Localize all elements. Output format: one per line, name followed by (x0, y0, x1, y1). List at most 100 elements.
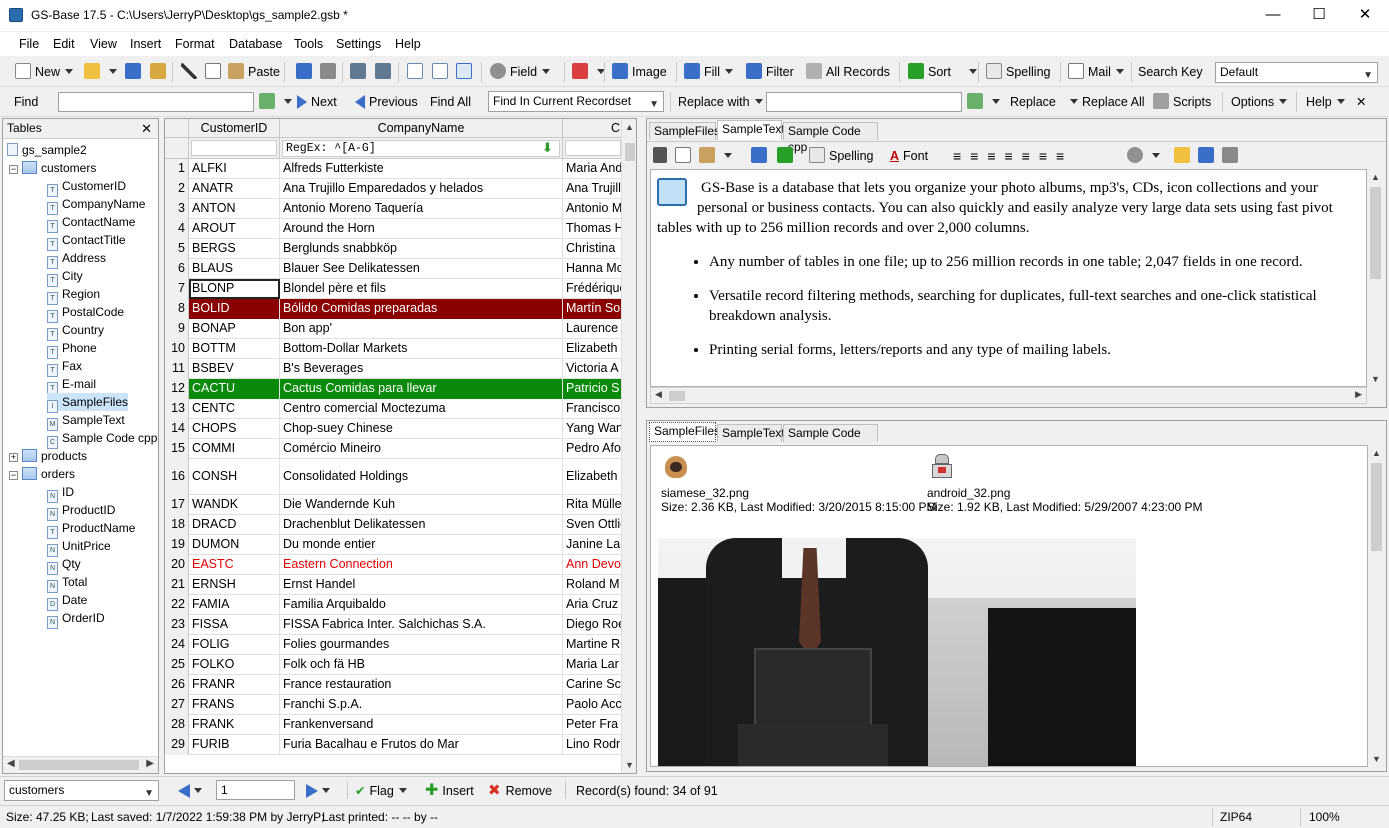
cell-companyname[interactable]: Folies gourmandes (280, 635, 563, 655)
cell-contact[interactable]: Thomas Hardy (563, 219, 623, 239)
tree-field[interactable]: T ContactTitle (47, 231, 126, 251)
table-row[interactable]: 5 BERGS Berglunds snabbköp Christina (165, 239, 623, 259)
files-vscrollbar[interactable]: ▲ ▼ (1368, 445, 1385, 767)
memo-vscrollbar[interactable]: ▲ ▼ (1367, 169, 1384, 387)
table-row[interactable]: 8 BOLID Bólido Comidas preparadas Martín So… (165, 299, 623, 319)
cell-contact[interactable]: Ann Devon (563, 555, 623, 575)
row-number[interactable]: 13 (165, 399, 189, 419)
memo-save-button[interactable] (1198, 146, 1218, 166)
table-row[interactable]: 14CHOPSChop-suey ChineseYang Wang (165, 419, 623, 439)
tree-field[interactable]: T PostalCode (47, 303, 124, 323)
row-number[interactable]: 1 (165, 159, 189, 179)
table-row[interactable]: 28 FRANK Frankenversand Peter Fra (165, 715, 623, 735)
tree-field[interactable]: T ProductName (47, 519, 135, 539)
cell-companyname[interactable]: Drachenblut Delikatessen (280, 515, 563, 535)
table-row[interactable]: 1ALFKIAlfreds FutterkisteMaria Anders (165, 159, 623, 179)
table-row[interactable]: 13 CENTC Centro comercial Moctezuma Francis… (165, 399, 623, 419)
tree-field[interactable]: D Date (47, 591, 87, 611)
tree-field[interactable]: T CompanyName (47, 195, 145, 215)
row-number[interactable]: 6 (165, 259, 189, 279)
collapse-icon[interactable]: − (9, 165, 18, 174)
column-header-companyname[interactable]: CompanyName (280, 119, 563, 138)
cell-companyname[interactable]: Bottom-Dollar Markets (280, 339, 563, 359)
column-header-customerid[interactable]: CustomerID (189, 119, 280, 138)
filter-cell-customerid[interactable] (189, 138, 280, 159)
copy-button[interactable] (205, 62, 225, 82)
menu-file[interactable]: File (19, 37, 39, 51)
cell-contact[interactable]: Francisco (563, 399, 623, 419)
cell-contact[interactable]: Pedro Afonso (563, 439, 623, 459)
find-all-button[interactable]: Find All (430, 92, 471, 112)
prev-record-button[interactable] (178, 781, 202, 801)
row-number[interactable]: 29 (165, 735, 189, 755)
record-number-input[interactable]: 1 (216, 780, 295, 800)
cell-companyname[interactable]: Bon app' (280, 319, 563, 339)
table-row[interactable]: 24 FOLIG Folies gourmandes Martine R (165, 635, 623, 655)
menu-help[interactable]: Help (395, 37, 421, 51)
table-row[interactable]: 16 CONSH Consolidated Holdings Elizabeth (165, 459, 623, 495)
cell-customerid[interactable]: BERGS (189, 239, 280, 259)
scroll-thumb[interactable] (625, 143, 635, 161)
menu-database[interactable]: Database (229, 37, 283, 51)
cell-contact[interactable]: Maria Anders (563, 159, 623, 179)
save-button[interactable] (125, 62, 145, 82)
cell-customerid[interactable]: DUMON (189, 535, 280, 555)
grid-vscrollbar[interactable]: ▲ ▼ (621, 119, 636, 773)
cell-contact[interactable]: Lino Rodr (563, 735, 623, 755)
tree-field[interactable]: N ProductID (47, 501, 115, 521)
cell-companyname[interactable]: Die Wandernde Kuh (280, 495, 563, 515)
cell-customerid[interactable]: CONSH (189, 459, 280, 495)
cell-companyname[interactable]: Eastern Connection (280, 555, 563, 575)
cell-customerid[interactable]: ANTON (189, 199, 280, 219)
tree-table-customers[interactable]: − customers (9, 159, 96, 177)
cell-contact[interactable]: Patricio S (563, 379, 623, 399)
replace-button[interactable]: Replace (1010, 92, 1078, 112)
cell-customerid[interactable]: ANATR (189, 179, 280, 199)
cell-customerid[interactable]: AROUT (189, 219, 280, 239)
cell-customerid[interactable]: ALFKI (189, 159, 280, 179)
cell-contact[interactable]: Rita Müller (563, 495, 623, 515)
tree-table-orders[interactable]: − orders (9, 465, 75, 483)
tab-samplefiles[interactable]: SampleFiles (649, 422, 720, 442)
cell-companyname[interactable]: Consolidated Holdings (280, 459, 563, 495)
row-number[interactable]: 26 (165, 675, 189, 695)
close-panel-icon[interactable]: ✕ (141, 119, 152, 138)
menu-format[interactable]: Format (175, 37, 215, 51)
cell-companyname[interactable]: FISSA Fabrica Inter. Salchichas S.A. (280, 615, 563, 635)
replace-options-button[interactable] (967, 92, 1000, 112)
cell-companyname[interactable]: Comércio Mineiro (280, 439, 563, 459)
memo-settings-button[interactable] (1127, 146, 1160, 166)
tab-sample-code-cpp[interactable]: Sample Code cpp (783, 424, 878, 456)
cell-companyname[interactable]: Du monde entier (280, 535, 563, 555)
menu-insert[interactable]: Insert (130, 37, 161, 51)
cell-customerid[interactable]: COMMI (189, 439, 280, 459)
cell-contact[interactable]: Hanna Moos (563, 259, 623, 279)
cell-customerid[interactable]: BOTTM (189, 339, 280, 359)
row-number[interactable]: 2 (165, 179, 189, 199)
tree-field[interactable]: N Qty (47, 555, 81, 575)
tree-field[interactable]: T ContactName (47, 213, 135, 233)
cell-customerid[interactable]: BSBEV (189, 359, 280, 379)
cell-contact[interactable]: Janine La (563, 535, 623, 555)
tree-field[interactable]: T Address (47, 249, 106, 269)
cell-contact[interactable]: Frédérique (563, 279, 623, 299)
cell-companyname[interactable]: Bólido Comidas preparadas (280, 299, 563, 319)
tab-sampletext[interactable]: SampleText (717, 120, 785, 140)
collapse-icon[interactable]: − (9, 471, 18, 480)
row-number[interactable]: 18 (165, 515, 189, 535)
tree-field[interactable]: T E-mail (47, 375, 96, 395)
cut-button[interactable] (181, 62, 201, 82)
tree-field[interactable]: T Region (47, 285, 100, 305)
cell-companyname[interactable]: Folk och fä HB (280, 655, 563, 675)
memo-font-button[interactable]: A Font (890, 146, 928, 166)
cell-companyname[interactable]: Cactus Comidas para llevar (280, 379, 563, 399)
cell-customerid[interactable]: FRANK (189, 715, 280, 735)
tree-field[interactable]: T Phone (47, 339, 97, 359)
replace-input[interactable] (766, 92, 962, 112)
table-row[interactable]: 2 ANATR Ana Trujillo Emparedados y helados… (165, 179, 623, 199)
memo-cut-button[interactable] (653, 146, 671, 166)
cell-customerid[interactable]: BOLID (189, 299, 280, 319)
replace-all-button[interactable]: Replace All (1082, 92, 1145, 112)
cell-companyname[interactable]: Franchi S.p.A. (280, 695, 563, 715)
close-button[interactable]: ✕ (1342, 0, 1388, 31)
